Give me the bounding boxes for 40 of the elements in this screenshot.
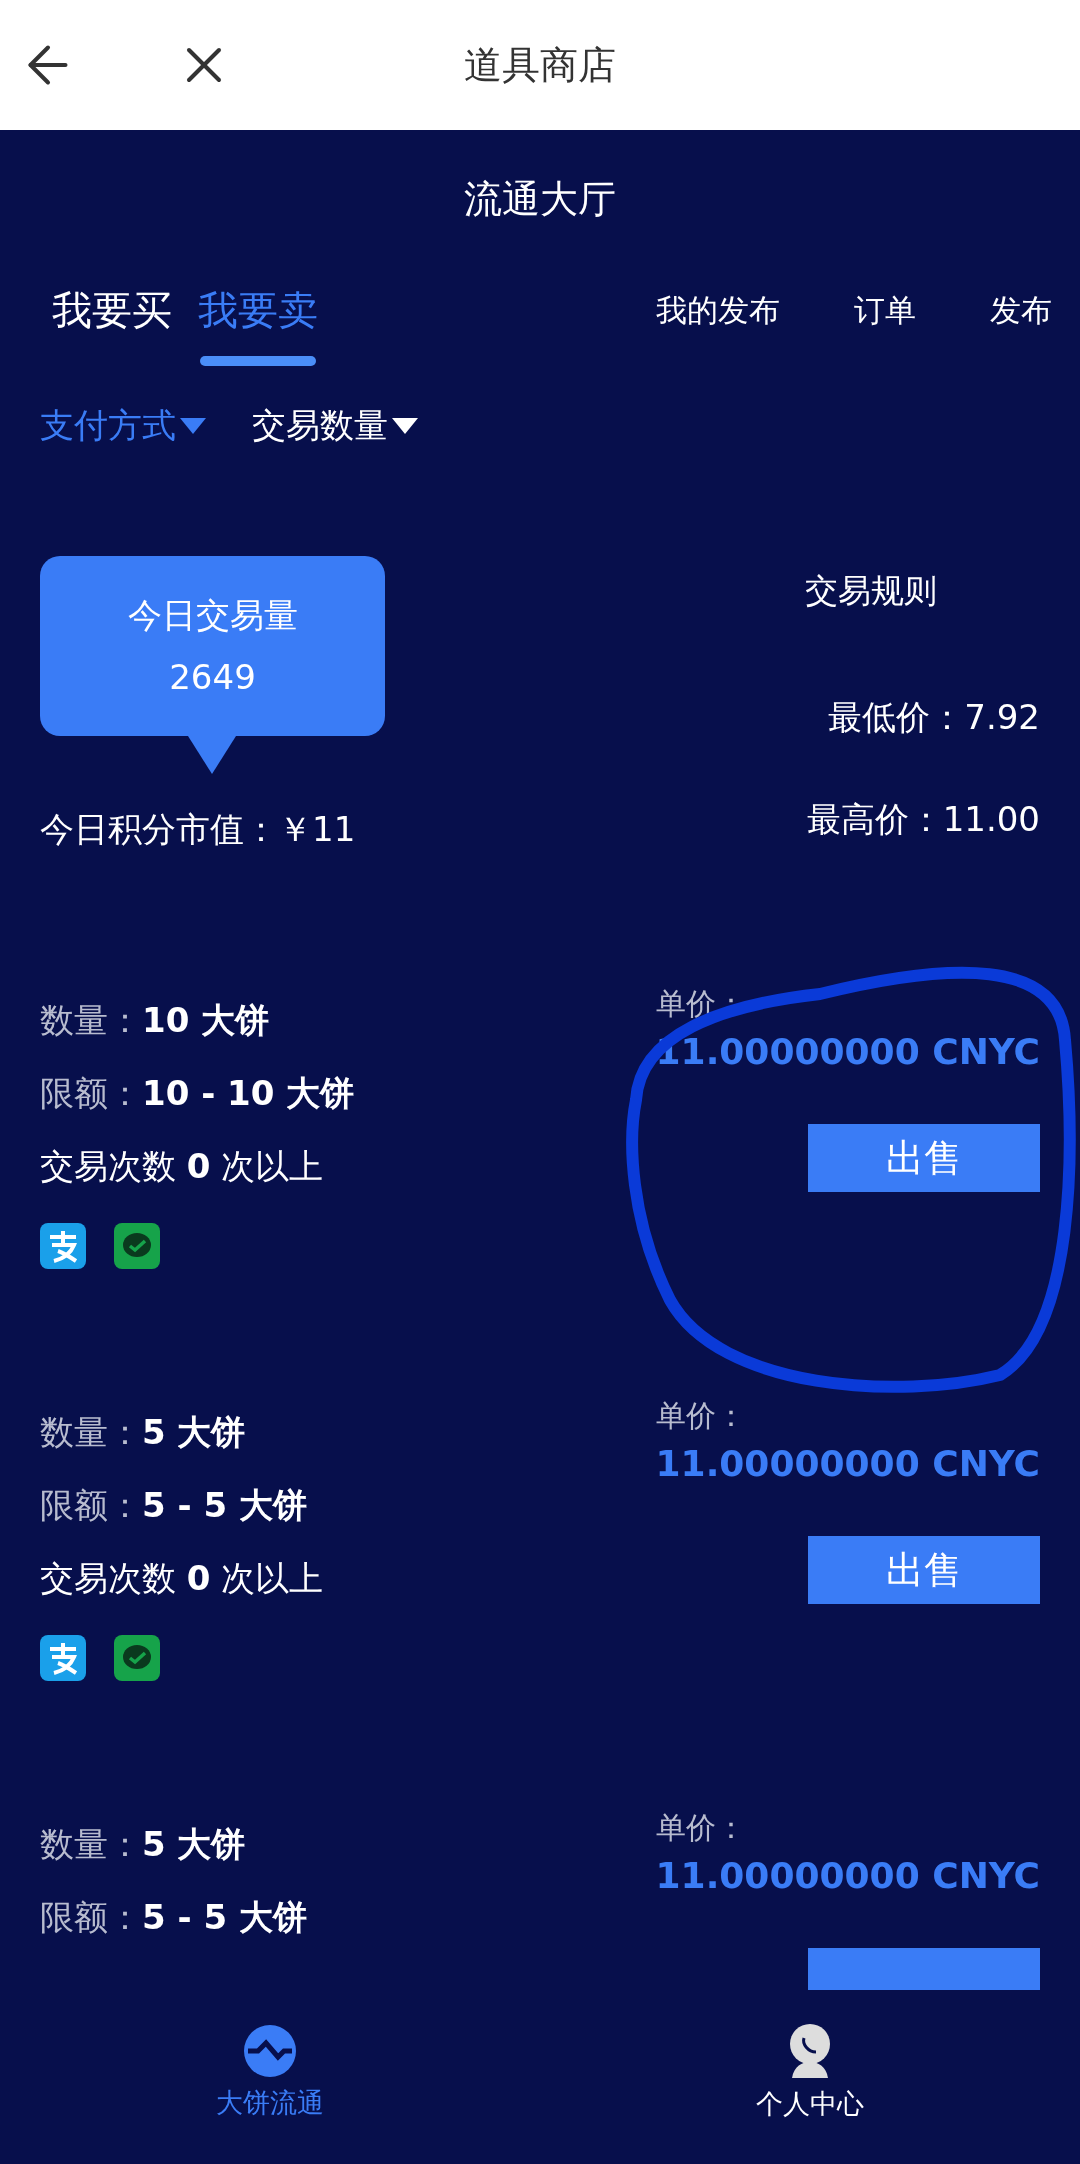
unit-price: 11.00000000 CNYC [655,1442,1040,1486]
tab[interactable]: 我要买 [52,268,172,366]
min-price: 最低价：7.92 [828,696,1040,739]
caret-icon [180,416,206,436]
person-icon [788,2023,832,2078]
header-link[interactable]: 我的发布 [656,268,780,352]
chat-icon [114,1223,160,1269]
sell-button[interactable]: 出售 [808,1124,1040,1192]
volume-title: 今日交易量 [127,594,298,637]
caret-icon [392,416,418,436]
page-title: 道具商店 [464,41,616,89]
rules-link[interactable]: 交易规则 [805,566,937,616]
trade-count-text: 交易次数 0 次以上 [40,1558,324,1598]
filter-dropdown[interactable]: 支付方式 [40,403,206,449]
header-link[interactable]: 发布 [990,268,1052,352]
limit-text: 限额：10 - 10 大饼 [40,1073,355,1113]
trade-count-text: 交易次数 0 次以上 [40,1146,324,1186]
pay-icon [40,1635,86,1681]
quantity-text: 数量：5 大饼 [40,1824,246,1864]
market-value: 今日积分市值：￥11 [40,808,357,851]
nav-tab[interactable]: 个人中心 [540,1990,1080,2164]
sell-button[interactable]: 出售 [808,1536,1040,1604]
filter-dropdown[interactable]: 交易数量 [252,403,418,449]
nav-tab[interactable]: 大饼流通 [0,1990,540,2164]
pay-icon [40,1223,86,1269]
wave-icon [244,2024,296,2077]
unit-price: 11.00000000 CNYC [655,1030,1040,1074]
limit-text: 限额：5 - 5 大饼 [40,1485,307,1525]
unit-price: 11.00000000 CNYC [655,1854,1040,1898]
volume-value: 2649 [169,656,256,699]
quantity-text: 数量：10 大饼 [40,1000,270,1040]
tab[interactable]: 我要卖 [198,268,318,366]
header-link[interactable]: 订单 [854,268,916,352]
limit-text: 限额：5 - 5 大饼 [40,1897,307,1937]
quantity-text: 数量：5 大饼 [40,1412,246,1452]
hall-title: 流通大厅 [464,175,616,223]
chat-icon [114,1635,160,1681]
max-price: 最高价：11.00 [806,798,1040,841]
unit-price-label: 单价： [655,1397,746,1435]
unit-price-label: 单价： [655,1809,746,1847]
